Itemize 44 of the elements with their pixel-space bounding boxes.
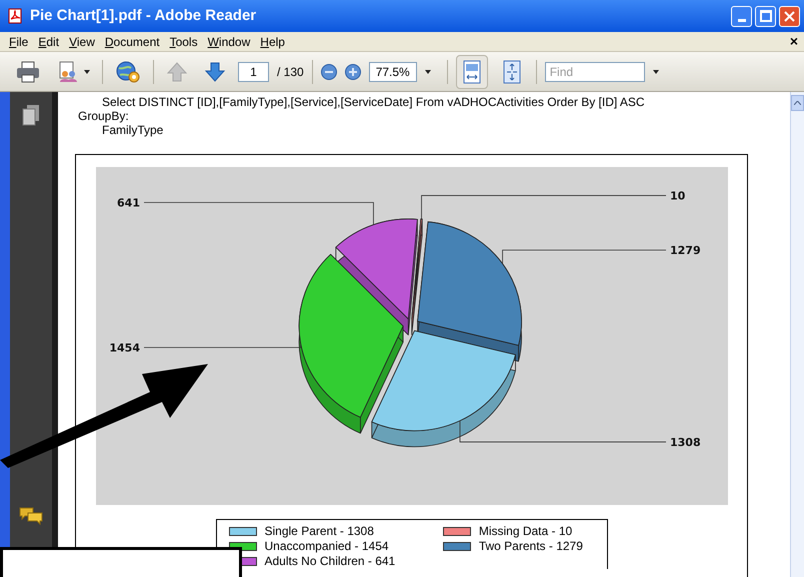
page-number-field[interactable]: 1 — [238, 62, 269, 82]
zoom-field[interactable]: 77.5% — [368, 62, 417, 82]
legend-label: Missing Data - 10 — [478, 524, 572, 539]
legend-label: Single Parent - 1308 — [264, 524, 374, 539]
legend-label: Unaccompanied - 1454 — [264, 539, 389, 554]
pdf-file-icon — [8, 8, 22, 24]
data-label: 641 — [116, 196, 140, 210]
menu-item[interactable]: File — [4, 32, 34, 50]
group-by-label: GroupBy: — [78, 109, 130, 123]
fit-width-icon — [460, 60, 483, 84]
maximize-button[interactable] — [755, 6, 776, 26]
find-field[interactable]: Find — [544, 62, 645, 82]
data-label: 10 — [670, 190, 685, 203]
group-by-value: FamilyType — [101, 123, 164, 137]
zoom-out-button[interactable] — [320, 64, 337, 80]
zoom-in-button[interactable] — [344, 64, 361, 80]
close-button[interactable] — [779, 6, 800, 26]
menu-item[interactable]: View — [64, 32, 100, 50]
minimize-button[interactable] — [731, 6, 752, 26]
menu-item[interactable]: Help — [255, 32, 290, 50]
plus-icon — [348, 68, 357, 76]
scroll-up-button[interactable] — [791, 95, 804, 111]
menu-item[interactable]: Tools — [164, 32, 203, 50]
page-count: / 130 — [277, 64, 304, 80]
close-icon — [784, 10, 795, 22]
caret-icon — [84, 70, 90, 74]
fit-width-button[interactable] — [456, 54, 488, 88]
data-label: 1308 — [670, 436, 700, 449]
document-close-button[interactable]: × — [790, 31, 800, 52]
menu-item[interactable]: Window — [202, 32, 256, 50]
menu-item[interactable]: Edit — [33, 32, 64, 50]
caret-up-icon — [794, 101, 801, 105]
caret-icon — [652, 70, 659, 74]
menu-item[interactable]: Document — [100, 32, 165, 50]
window-title: Pie Chart[1].pdf - Adobe Reader — [30, 6, 256, 26]
legend-label: Two Parents - 1279 — [478, 539, 583, 554]
data-label: 1279 — [670, 244, 700, 258]
pages-icon[interactable] — [22, 104, 40, 126]
query-text: Select DISTINCT [ID],[FamilyType],[Service],[ServiceDate] From vADHOCActivities Order By [ID] ASC — [101, 95, 646, 109]
comments-icon[interactable] — [19, 506, 43, 526]
legend-label: Adults No Children - 641 — [264, 554, 396, 569]
caret-icon — [424, 70, 431, 74]
data-label: 1454 — [108, 342, 140, 354]
fit-page-icon — [500, 60, 523, 84]
